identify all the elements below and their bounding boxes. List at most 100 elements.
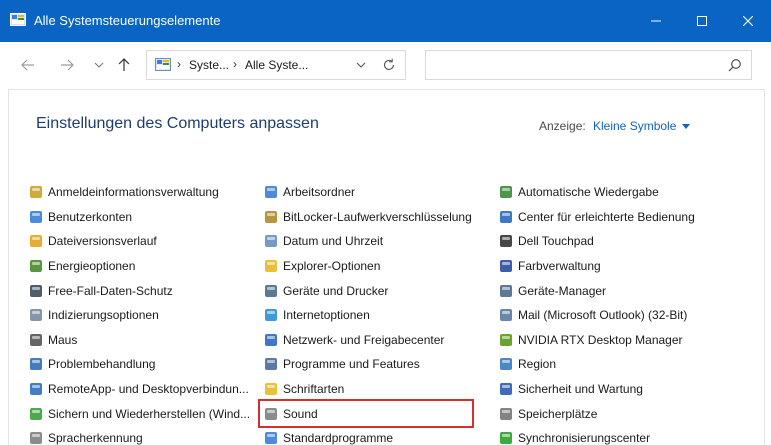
search-input[interactable] bbox=[432, 55, 712, 75]
minimize-button[interactable] bbox=[633, 0, 679, 42]
control-panel-item[interactable]: Geräte-Manager bbox=[499, 278, 695, 303]
control-panel-item[interactable]: Arbeitsordner bbox=[264, 180, 472, 205]
control-panel-item-label: RemoteApp- und Desktopverbindun... bbox=[48, 382, 249, 397]
control-panel-item-label: NVIDIA RTX Desktop Manager bbox=[518, 332, 683, 347]
arrow-up-icon bbox=[118, 58, 130, 71]
recent-locations-button[interactable] bbox=[88, 54, 110, 76]
control-panel-item[interactable]: Explorer-Optionen bbox=[264, 254, 472, 279]
speaker-icon bbox=[264, 407, 278, 421]
back-button[interactable] bbox=[17, 54, 39, 76]
title-bar: Alle Systemsteuerungselemente bbox=[0, 0, 771, 42]
control-panel-item-label: Netzwerk- und Freigabecenter bbox=[283, 332, 445, 347]
control-panel-item[interactable]: Energieoptionen bbox=[29, 254, 250, 279]
control-panel-item[interactable]: Free-Fall-Daten-Schutz bbox=[29, 278, 250, 303]
window-title: Alle Systemsteuerungselemente bbox=[34, 13, 221, 28]
control-panel-item[interactable]: Geräte und Drucker bbox=[264, 278, 472, 303]
free-fall-icon bbox=[29, 284, 43, 298]
refresh-button[interactable] bbox=[381, 57, 397, 73]
search-icon[interactable] bbox=[728, 58, 742, 72]
refresh-icon bbox=[383, 58, 395, 70]
maximize-icon bbox=[697, 16, 707, 26]
items-column-1: Anmeldeinformationsverwaltung Benutzerkon… bbox=[29, 180, 250, 445]
close-button[interactable] bbox=[725, 0, 771, 42]
control-panel-item[interactable]: Maus bbox=[29, 328, 250, 353]
control-panel-item[interactable]: Speicherplätze bbox=[499, 401, 695, 426]
view-mode-dropdown[interactable]: Kleine Symbole bbox=[593, 119, 691, 133]
control-panel-item[interactable]: Dateiversionsverlauf bbox=[29, 229, 250, 254]
chevron-down-icon bbox=[94, 62, 104, 68]
control-panel-item[interactable]: Farbverwaltung bbox=[499, 254, 695, 279]
default-programs-icon bbox=[264, 431, 278, 445]
color-management-icon bbox=[499, 259, 513, 273]
fonts-icon bbox=[264, 382, 278, 396]
control-panel-item[interactable]: Dell Touchpad bbox=[499, 229, 695, 254]
items-column-2: Arbeitsordner BitLocker-Laufwerkverschlüs… bbox=[258, 180, 474, 445]
folder-options-icon bbox=[264, 259, 278, 273]
control-panel-item[interactable]: Center für erleichterte Bedienung bbox=[499, 205, 695, 230]
control-panel-item[interactable]: Sichern und Wiederherstellen (Wind... bbox=[29, 401, 250, 426]
sync-center-icon bbox=[499, 431, 513, 445]
control-panel-item-label: Spracherkennung bbox=[48, 431, 143, 445]
control-panel-item-label: Indizierungsoptionen bbox=[48, 308, 159, 323]
control-panel-item-label: Automatische Wiedergabe bbox=[518, 185, 659, 200]
address-dropdown-button[interactable] bbox=[355, 59, 367, 71]
control-panel-item[interactable]: Schriftarten bbox=[264, 377, 472, 402]
control-panel-item-label: Geräte und Drucker bbox=[283, 283, 389, 298]
up-button[interactable] bbox=[113, 54, 135, 76]
network-icon bbox=[264, 333, 278, 347]
control-panel-item[interactable]: Datum und Uhrzeit bbox=[264, 229, 472, 254]
clock-icon bbox=[264, 234, 278, 248]
control-panel-item-label: Explorer-Optionen bbox=[283, 259, 381, 274]
control-panel-item[interactable]: Problembehandlung bbox=[29, 352, 250, 377]
control-panel-item[interactable]: Internetoptionen bbox=[264, 303, 472, 328]
navigation-bar: › Syste... › Alle Syste... bbox=[0, 42, 771, 89]
control-panel-item-label: Schriftarten bbox=[283, 382, 345, 397]
indexing-icon bbox=[29, 308, 43, 322]
close-icon bbox=[743, 16, 753, 26]
control-panel-item[interactable]: Sicherheit und Wartung bbox=[499, 377, 695, 402]
breadcrumb-separator: › bbox=[233, 57, 237, 71]
control-panel-item-label: Sichern und Wiederherstellen (Wind... bbox=[48, 406, 251, 421]
control-panel-item[interactable]: Spracherkennung bbox=[29, 426, 250, 445]
chevron-down-icon bbox=[356, 62, 366, 68]
autoplay-icon bbox=[499, 185, 513, 199]
control-panel-item-label: Region bbox=[518, 357, 557, 372]
control-panel-item-label: Center für erleichterte Bedienung bbox=[518, 209, 695, 224]
nvidia-icon bbox=[499, 333, 513, 347]
control-panel-item-label: Energieoptionen bbox=[48, 259, 136, 274]
bitlocker-icon bbox=[264, 210, 278, 224]
view-mode-value: Kleine Symbole bbox=[593, 119, 677, 133]
search-box[interactable] bbox=[425, 50, 752, 80]
control-panel-item[interactable]: BitLocker-Laufwerkverschlüsselung bbox=[264, 205, 472, 230]
control-panel-item[interactable]: RemoteApp- und Desktopverbindun... bbox=[29, 377, 250, 402]
mouse-icon bbox=[29, 333, 43, 347]
ease-of-access-icon bbox=[499, 210, 513, 224]
control-panel-item-label: Sicherheit und Wartung bbox=[518, 382, 643, 397]
control-panel-item-label: Synchronisierungscenter bbox=[518, 431, 651, 445]
control-panel-item[interactable]: Automatische Wiedergabe bbox=[499, 180, 695, 205]
content-pane: Einstellungen des Computers anpassen Anz… bbox=[8, 89, 765, 445]
control-panel-item[interactable]: NVIDIA RTX Desktop Manager bbox=[499, 328, 695, 353]
breadcrumb-item[interactable]: Syste... bbox=[189, 58, 229, 72]
control-panel-icon bbox=[155, 58, 171, 72]
control-panel-item[interactable]: Standardprogramme bbox=[264, 426, 472, 445]
control-panel-item[interactable]: Netzwerk- und Freigabecenter bbox=[264, 328, 472, 353]
control-panel-item[interactable]: Synchronisierungscenter bbox=[499, 426, 695, 445]
control-panel-item[interactable]: Benutzerkonten bbox=[29, 205, 250, 230]
control-panel-item-label: Internetoptionen bbox=[283, 308, 370, 323]
control-panel-item[interactable]: Region bbox=[499, 352, 695, 377]
control-panel-item-label: Farbverwaltung bbox=[518, 259, 601, 274]
breadcrumb-item[interactable]: Alle Syste... bbox=[245, 58, 308, 72]
forward-button[interactable] bbox=[56, 54, 78, 76]
control-panel-item-label: Arbeitsordner bbox=[283, 185, 356, 200]
control-panel-item[interactable]: Mail (Microsoft Outlook) (32-Bit) bbox=[499, 303, 695, 328]
control-panel-item[interactable]: Indizierungsoptionen bbox=[29, 303, 250, 328]
control-panel-item[interactable]: Anmeldeinformationsverwaltung bbox=[29, 180, 250, 205]
control-panel-item[interactable]: Programme und Features bbox=[264, 352, 472, 377]
address-bar[interactable]: › Syste... › Alle Syste... bbox=[146, 50, 406, 80]
region-icon bbox=[499, 357, 513, 371]
maximize-button[interactable] bbox=[679, 0, 725, 42]
control-panel-item-label: Benutzerkonten bbox=[48, 209, 133, 224]
control-panel-item-label: BitLocker-Laufwerkverschlüsselung bbox=[283, 209, 472, 224]
control-panel-item[interactable]: Sound bbox=[258, 399, 474, 428]
